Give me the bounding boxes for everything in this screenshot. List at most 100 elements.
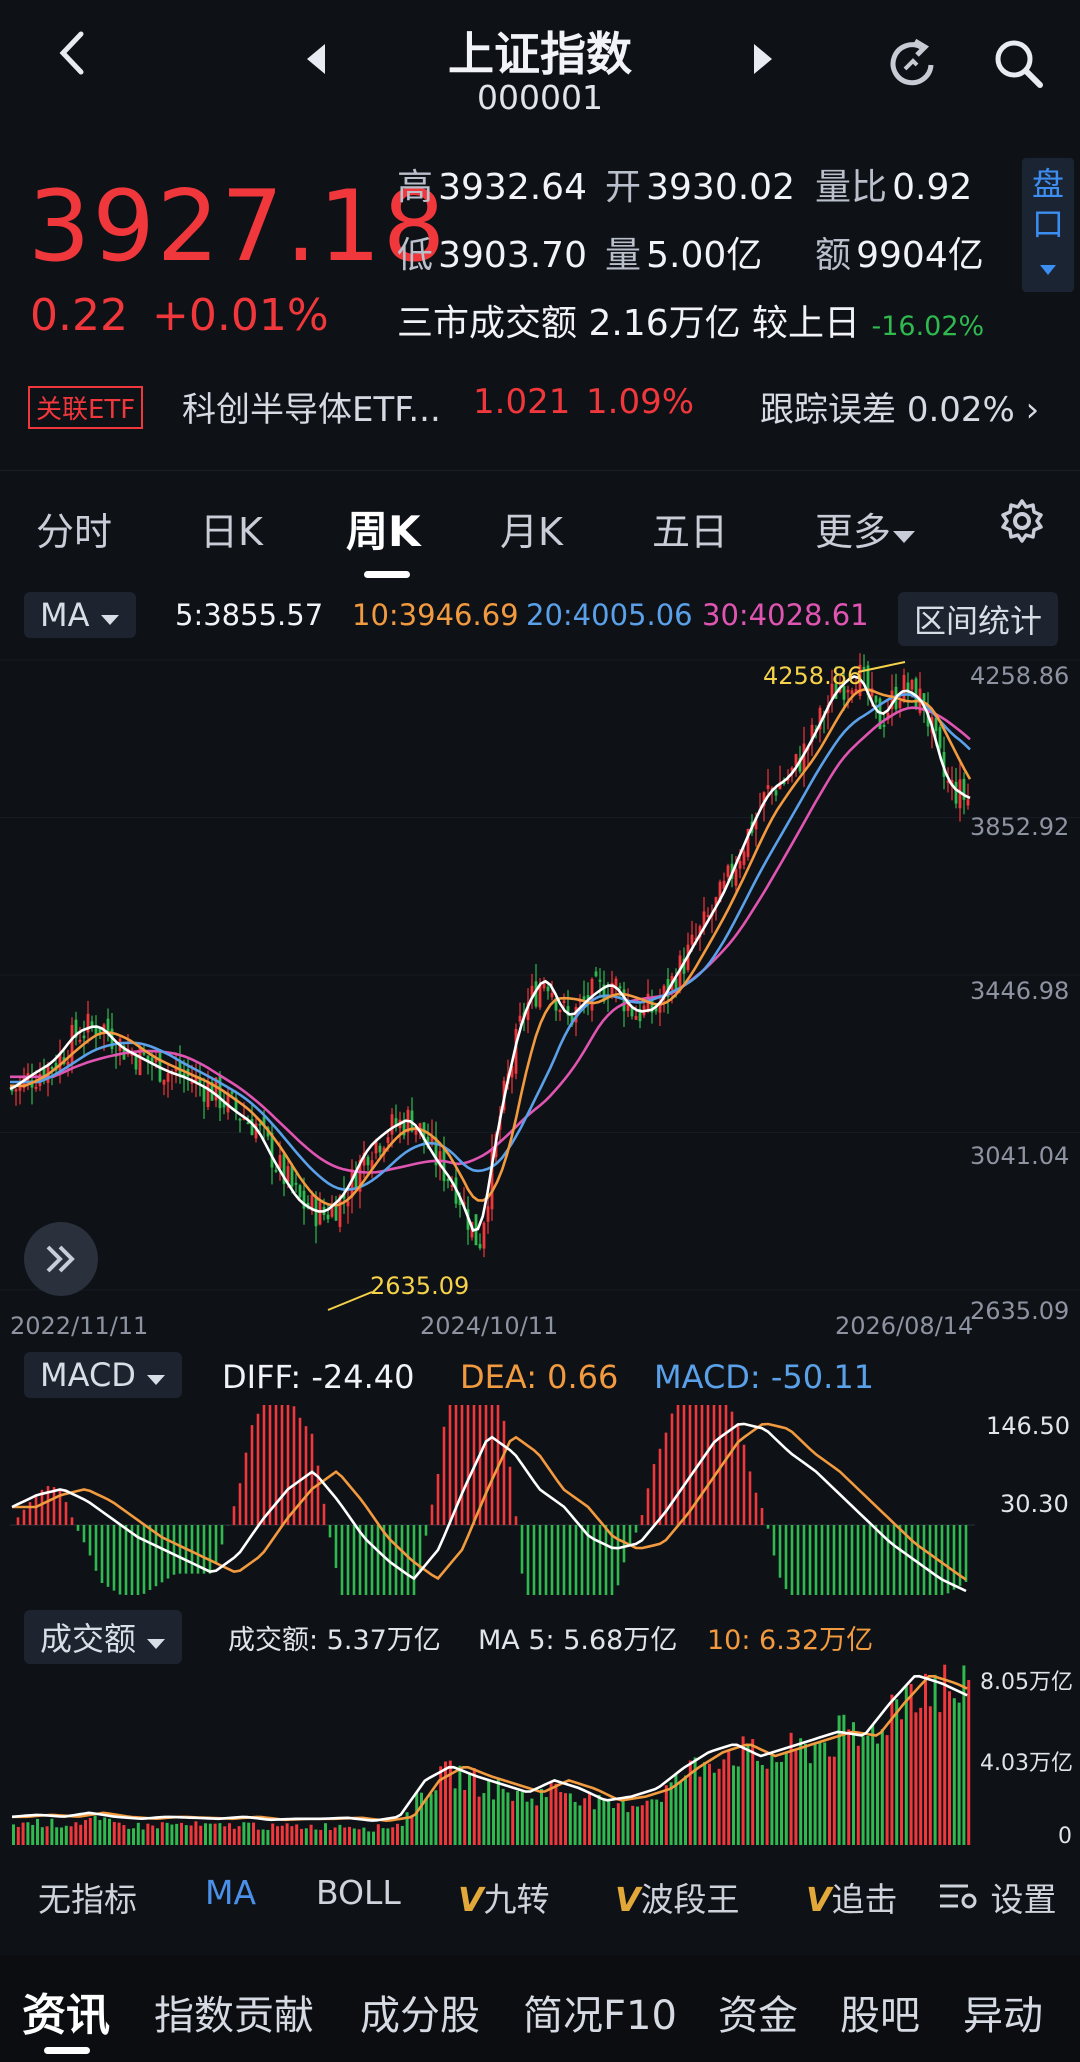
candle-body	[478, 1244, 482, 1249]
ma20-line	[10, 693, 971, 1191]
refresh-icon[interactable]	[885, 35, 941, 95]
volume-bar	[852, 1722, 855, 1845]
indicator-ma[interactable]: MA	[205, 1873, 256, 1912]
volume-bar	[568, 1793, 572, 1845]
volume-bar	[828, 1756, 831, 1845]
panel-toggle[interactable]: 盘口	[1022, 158, 1074, 292]
indicator-nine-turn[interactable]: V九转	[458, 1873, 550, 1921]
volume-bar	[876, 1743, 879, 1845]
panel-toggle-label: 盘口	[1031, 165, 1064, 243]
tab-more-label: 更多	[815, 510, 892, 554]
open-label: 开	[605, 167, 642, 208]
candle-body	[378, 1145, 382, 1153]
volume-bar	[88, 1817, 92, 1845]
tab-weekly-k[interactable]: 周K	[346, 498, 421, 559]
volume-bar	[180, 1822, 183, 1845]
kline-chart[interactable]	[0, 650, 1080, 1340]
volume-amount: 成交额: 5.37万亿	[228, 1625, 441, 1656]
volume-bar	[31, 1824, 35, 1845]
volume-bar	[434, 1790, 438, 1845]
indicator-wave-king[interactable]: V波段王	[615, 1873, 740, 1921]
indicator-chase[interactable]: V追击	[806, 1873, 898, 1921]
volume-bar	[559, 1792, 563, 1845]
volume-bar	[117, 1822, 121, 1845]
volume-bar	[84, 1820, 87, 1845]
next-stock-icon[interactable]	[750, 42, 774, 80]
volume-bar	[669, 1782, 673, 1845]
ma-selector[interactable]: MA	[24, 592, 136, 638]
etf-tag: 关联ETF	[28, 386, 144, 429]
volume-axis-mid: 4.03万亿	[980, 1751, 1073, 1776]
vip-v-icon: V	[615, 1880, 641, 1919]
volume-bar	[885, 1735, 889, 1845]
volume-bar	[818, 1742, 822, 1845]
indicator-none[interactable]: 无指标	[38, 1873, 137, 1921]
candle-body	[898, 701, 902, 709]
indicator-settings[interactable]: 设置	[932, 1873, 1057, 1921]
volume-bar	[664, 1785, 668, 1845]
tab-five-day[interactable]: 五日	[652, 501, 728, 556]
indicator-chase-label: 追击	[831, 1880, 898, 1919]
volume-bar	[103, 1817, 107, 1845]
volume-bar	[372, 1831, 375, 1845]
volume-bar	[60, 1827, 63, 1845]
volume-bar	[645, 1800, 649, 1845]
tab-more[interactable]: 更多	[815, 501, 917, 556]
volume-selector[interactable]: 成交额	[24, 1610, 183, 1664]
volume-bar	[952, 1698, 956, 1845]
candle-body	[366, 1156, 370, 1166]
volume-bar	[232, 1828, 236, 1845]
nav-constituents[interactable]: 成分股	[360, 1983, 480, 2041]
high-value: 3932.64	[438, 167, 587, 208]
volume-bar	[904, 1685, 908, 1845]
nav-news[interactable]: 资讯	[22, 1979, 110, 2043]
macd-chart[interactable]	[0, 1405, 1080, 1595]
volume-bar	[45, 1826, 49, 1845]
candle-body	[274, 1169, 278, 1172]
candle-body	[346, 1201, 350, 1207]
macd-selector-label: MACD	[40, 1356, 136, 1394]
search-icon[interactable]	[990, 35, 1046, 95]
volume-bar	[304, 1828, 308, 1845]
expand-chart-button[interactable]	[24, 1222, 98, 1296]
volume-bar	[400, 1825, 404, 1845]
y-axis-label-3: 3446.98	[970, 977, 1070, 1005]
candle-body	[934, 717, 938, 732]
tracking-error[interactable]: 跟踪误差 0.02% ›	[760, 382, 1039, 431]
market-turnover-change: -16.02%	[871, 311, 985, 342]
volume-bar	[741, 1736, 745, 1845]
volume-bar	[520, 1792, 524, 1845]
caret-down-icon	[893, 531, 916, 543]
indicator-boll[interactable]: BOLL	[316, 1873, 401, 1912]
volume-selector-label: 成交额	[40, 1620, 137, 1658]
macd-selector[interactable]: MACD	[24, 1352, 183, 1398]
nav-funds[interactable]: 资金	[718, 1983, 798, 2041]
volume-bar	[900, 1719, 903, 1845]
volume-row: 量 5.00亿	[605, 226, 762, 278]
volume-bar	[175, 1823, 179, 1845]
volume-bar	[333, 1827, 337, 1845]
volume-bar	[213, 1823, 217, 1845]
volume-bar	[319, 1829, 323, 1845]
etf-name[interactable]: 科创半导体ETF...	[182, 382, 441, 431]
volume-bar	[496, 1779, 500, 1845]
volume-bar	[16, 1826, 20, 1845]
volume-bar	[948, 1691, 951, 1845]
ma-selector-label: MA	[40, 596, 90, 634]
active-tab-indicator	[364, 571, 410, 578]
double-chevron-right-icon	[46, 1245, 75, 1273]
volume-chart[interactable]	[0, 1660, 1080, 1850]
volume-bar	[775, 1762, 779, 1845]
tab-daily-k[interactable]: 日K	[200, 501, 263, 556]
nav-forum[interactable]: 股吧	[840, 1983, 920, 2041]
candle-body	[938, 727, 942, 749]
nav-movements[interactable]: 异动	[963, 1983, 1043, 2041]
chart-settings-gear-icon[interactable]	[998, 497, 1046, 549]
range-stats-button[interactable]: 区间统计	[898, 592, 1059, 646]
candle-body	[82, 1035, 86, 1039]
tab-intraday[interactable]: 分时	[36, 501, 112, 556]
nav-f10[interactable]: 简况F10	[523, 1983, 677, 2041]
nav-index-contribution[interactable]: 指数贡献	[154, 1983, 314, 2041]
volume-bar	[511, 1800, 515, 1845]
tab-monthly-k[interactable]: 月K	[500, 501, 563, 556]
